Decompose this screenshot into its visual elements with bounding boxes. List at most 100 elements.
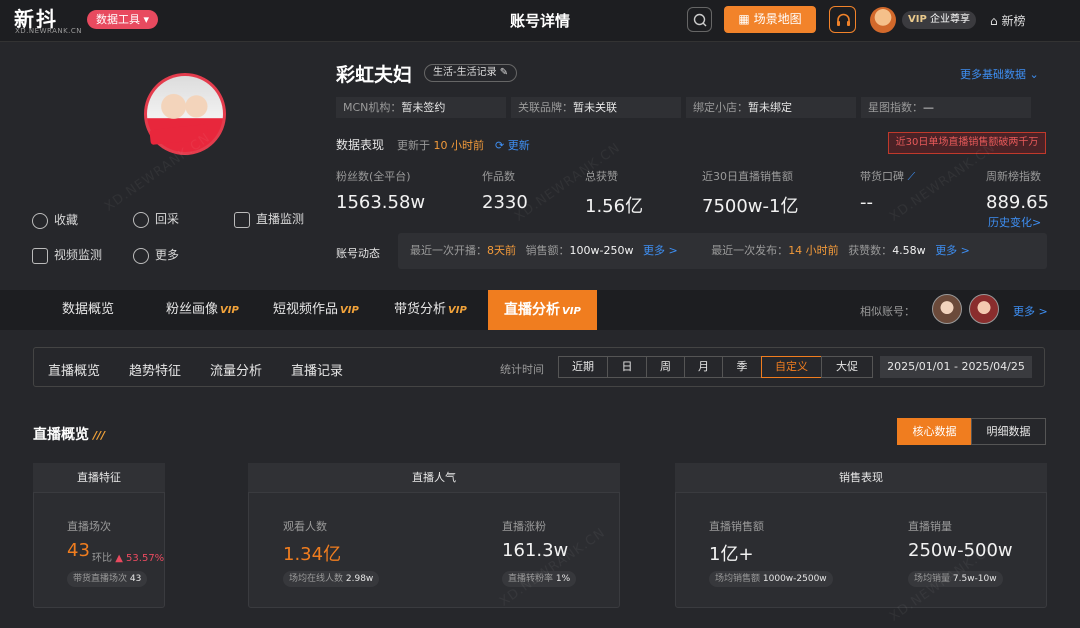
similar-account-avatar[interactable] [969,294,999,324]
range-recent[interactable]: 近期 [558,356,608,378]
scene-map-button[interactable]: ▦ 场景地图 [724,6,816,33]
newrank-link[interactable]: ⌂ 新榜 [990,12,1025,29]
similar-account-avatar[interactable] [932,294,962,324]
newrank-label: 新榜 [1001,14,1026,28]
mom-change: 环比 ▲ 53.57% [92,549,164,564]
last-live-value: 8天前 [487,244,516,257]
sales-amount-value: 1亿+ [709,544,754,565]
trend-icon[interactable]: ⟋ [904,170,915,183]
sales-alert-tag: 近30日单场直播销售额破两千万 [888,132,1046,154]
similar-more-link[interactable]: 更多 > [1013,303,1048,319]
metric-value-likes: 1.56亿 [585,196,644,217]
last-live-key: 最近一次开播： [410,244,487,257]
play-icon [234,211,250,228]
performance-label: 数据表现 [336,138,385,152]
more-basic-data-link[interactable]: 更多基础数据 ⌄ [960,66,1039,82]
video-monitor-label: 视频监测 [54,248,103,262]
metric-label-works: 作品数 [482,170,515,183]
mcn-value: 暂未签约 [401,101,446,114]
dynamics-label: 账号动态 [336,247,380,260]
range-quarter[interactable]: 季 [722,356,762,378]
avg-sales-amount: 场均销售额 1000w-2500w [709,571,833,587]
range-month[interactable]: 月 [684,356,723,378]
vip-tag: VIP [340,305,359,316]
edit-icon: ✎ [499,67,509,78]
range-promotion[interactable]: 大促 [821,356,873,378]
brand-key: 关联品牌： [518,101,573,114]
arrow-right-icon [133,211,149,228]
live-count-value: 43 [67,540,90,561]
brand-value: 暂未关联 [573,101,617,114]
live-monitor-button[interactable]: 直播监测 [234,210,304,228]
viewers-label: 观看人数 [283,520,327,533]
avg-sales-amount-key: 场均销售额 [715,574,761,584]
category-tag[interactable]: 生活-生活记录 ✎ [424,64,518,82]
chevron-down-circle-icon: ⌄ [1029,68,1039,81]
tab-fan-profile[interactable]: 粉丝画像 VIP [166,290,239,330]
headset-icon [837,13,850,26]
tab-live-analysis[interactable]: 直播分析 VIP [488,290,597,330]
detail-data-button[interactable]: 明细数据 [971,418,1046,445]
home-icon: ⌂ [990,14,1002,28]
last-post-key: 最近一次发布： [711,244,789,257]
tab-label: 短视频作品 [273,302,339,317]
tab-data-overview[interactable]: 数据概览 [62,290,114,330]
range-custom[interactable]: 自定义 [761,356,822,378]
metric-value-live-sales: 7500w-1亿 [702,196,799,217]
update-button[interactable]: ⟳ 更新 [495,137,530,153]
favorite-label: 收藏 [54,213,79,227]
star-index-key: 星图指数： [868,101,923,114]
subtab-traffic[interactable]: 流量分析 [210,360,262,379]
vip-label: VIP [908,14,927,25]
user-avatar[interactable] [870,7,896,33]
core-data-button[interactable]: 核心数据 [897,418,972,445]
star-index-info: 星图指数：— [861,97,1031,118]
mcn-key: MCN机构： [343,101,402,114]
reputation-label: 带货口碑 [860,170,904,183]
tab-short-videos[interactable]: 短视频作品 VIP [273,290,359,330]
tab-sales-analysis[interactable]: 带货分析 VIP [394,290,467,330]
chart-icon [32,247,48,264]
more-live-link[interactable]: 更多 > [643,244,678,257]
scene-map-label: 场景地图 [753,12,802,26]
similar-accounts-label: 相似账号： [860,305,915,318]
live-monitor-label: 直播监测 [256,212,305,226]
sales-card-head: 销售表现 [675,463,1047,493]
vip-tier: 企业尊享 [929,14,970,25]
last-post-value: 14 小时前 [788,244,839,257]
search-button[interactable] [687,7,712,32]
avg-online-value: 2.98w [345,574,374,584]
subtab-live-records[interactable]: 直播记录 [291,360,343,379]
range-week[interactable]: 周 [646,356,685,378]
recollect-button[interactable]: 回采 [133,210,179,228]
vip-tag: VIP [220,305,239,316]
refresh-icon: ⟳ [495,139,508,152]
sales-key: 销售额： [525,244,570,257]
sales-live-count-value: 43 [129,574,142,584]
sales-volume-label: 直播销量 [908,520,952,533]
fans-gain-label: 直播涨粉 [502,520,546,533]
subtab-trend[interactable]: 趋势特征 [129,360,181,379]
sales-value: 100w-250w [569,244,634,257]
favorite-button[interactable]: 收藏 [32,211,78,229]
subtab-live-overview[interactable]: 直播概览 [48,360,100,379]
shop-value: 暂未绑定 [748,101,792,114]
likes-value: 4.58w [892,244,926,257]
metric-value-fans: 1563.58w [336,192,426,213]
more-actions-label: 更多 [155,248,180,262]
history-change-link[interactable]: 历史变化> [988,214,1041,230]
date-range-picker[interactable]: 2025/01/01 - 2025/04/25 [880,356,1032,378]
metric-label-live-sales: 近30日直播销售额 [702,170,793,183]
more-actions-button[interactable]: 更多 [133,246,179,264]
more-post-link[interactable]: 更多 > [935,244,970,257]
more-basic-label: 更多基础数据 [960,68,1026,81]
tab-label: 粉丝画像 [166,302,219,317]
decor-icon: /// [93,429,106,442]
vip-badge[interactable]: VIP 企业尊享 [902,11,976,29]
metric-label-index: 周新榜指数 [986,170,1041,183]
customer-service-button[interactable] [829,6,856,33]
metric-value-index: 889.65 [986,192,1049,213]
range-day[interactable]: 日 [607,356,647,378]
category-label: 生活-生活记录 [433,67,497,78]
video-monitor-button[interactable]: 视频监测 [32,246,102,264]
